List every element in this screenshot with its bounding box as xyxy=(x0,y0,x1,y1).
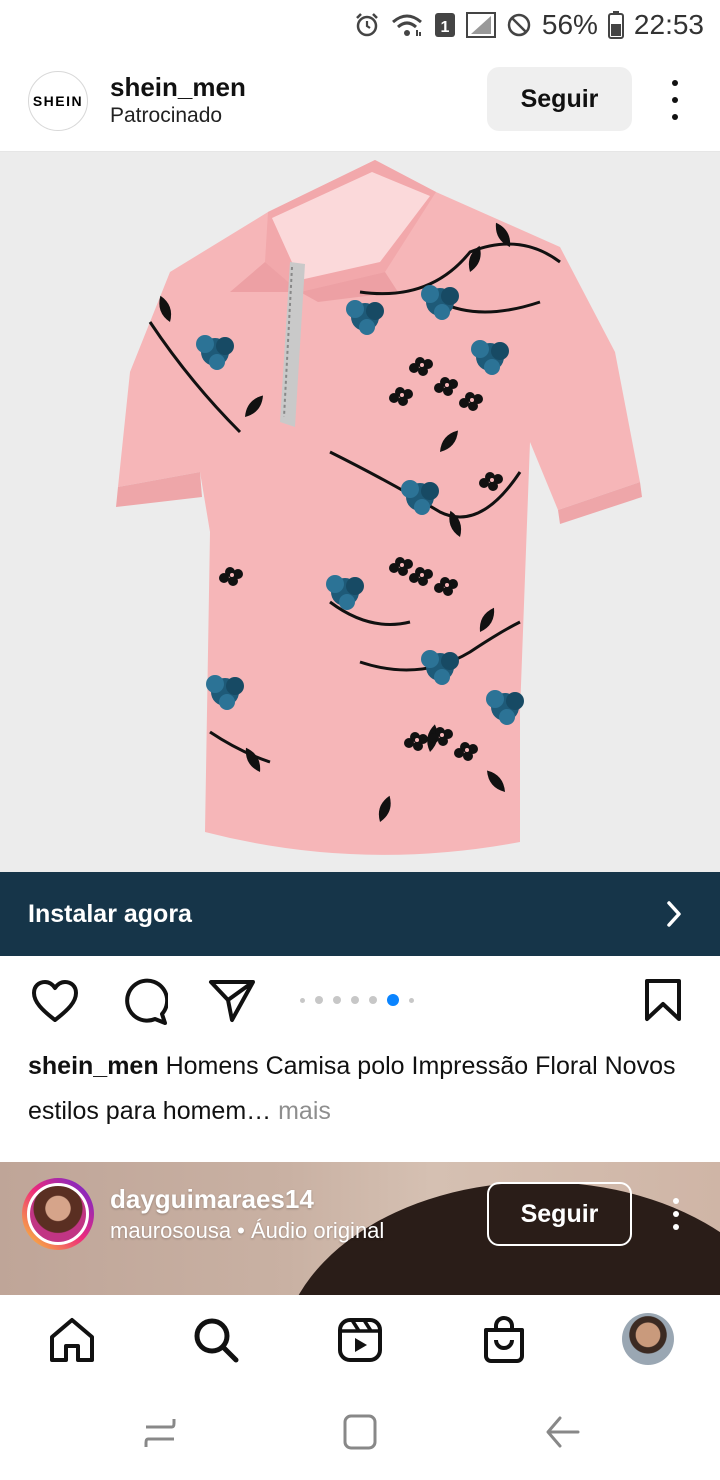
carousel-dot xyxy=(409,997,414,1003)
install-now-button[interactable]: Instalar agora xyxy=(0,872,720,956)
clock: 22:53 xyxy=(633,9,704,40)
bookmark-icon[interactable] xyxy=(644,978,682,1022)
signal-icon xyxy=(465,12,496,38)
heart-icon[interactable] xyxy=(30,978,80,1024)
caption-ellipsis: … xyxy=(246,1097,272,1125)
home-button-icon[interactable] xyxy=(342,1413,378,1451)
carousel-dot xyxy=(315,996,323,1004)
caption-username[interactable]: shein_men xyxy=(28,1052,159,1080)
follow-button[interactable]: Seguir xyxy=(487,1182,632,1246)
carousel-dot xyxy=(351,996,359,1004)
carousel-dot xyxy=(300,997,305,1003)
username[interactable]: shein_men xyxy=(110,72,246,102)
svg-text:1: 1 xyxy=(440,19,449,36)
reels-icon[interactable] xyxy=(335,1315,385,1365)
carousel-dot xyxy=(369,996,377,1004)
next-post-audio[interactable]: maurosousa • Áudio original xyxy=(110,1218,384,1244)
chevron-right-icon xyxy=(667,901,681,927)
next-post-username[interactable]: dayguimaraes14 xyxy=(110,1184,314,1215)
post-header: SHEIN shein_men Patrocinado Seguir xyxy=(0,50,720,152)
profile-avatar[interactable] xyxy=(622,1313,674,1365)
sim-icon: 1 xyxy=(434,12,456,38)
search-icon[interactable] xyxy=(191,1315,241,1365)
more-options-icon[interactable] xyxy=(660,80,690,120)
bottom-navigation xyxy=(0,1295,720,1385)
battery-percent: 56% xyxy=(541,9,598,40)
home-icon[interactable] xyxy=(47,1315,97,1365)
avatar[interactable]: SHEIN xyxy=(28,70,88,131)
battery-icon xyxy=(607,11,624,39)
sponsored-label: Patrocinado xyxy=(110,103,223,127)
avatar xyxy=(27,1183,89,1245)
shop-icon[interactable] xyxy=(479,1315,529,1365)
story-ring[interactable] xyxy=(22,1178,94,1250)
polo-shirt-image xyxy=(116,160,642,855)
post-caption: shein_men Homens Camisa polo Impressão F… xyxy=(28,1044,688,1134)
do-not-disturb-icon xyxy=(506,12,532,38)
follow-button[interactable]: Seguir xyxy=(487,67,632,131)
carousel-dot-active xyxy=(387,994,399,1006)
post-author: shein_men Patrocinado xyxy=(110,72,246,130)
caption-more-link[interactable]: mais xyxy=(278,1097,331,1125)
system-navigation-bar xyxy=(0,1385,720,1480)
next-post-header: dayguimaraes14 maurosousa • Áudio origin… xyxy=(0,1162,720,1295)
carousel-dot xyxy=(333,996,341,1004)
cta-label: Instalar agora xyxy=(28,899,192,928)
comment-icon[interactable] xyxy=(120,978,168,1026)
carousel-indicator xyxy=(300,994,414,1006)
recent-apps-icon[interactable] xyxy=(142,1413,178,1453)
share-icon[interactable] xyxy=(208,978,256,1024)
post-image[interactable] xyxy=(0,152,720,872)
alarm-icon xyxy=(354,12,380,38)
post-actions xyxy=(0,956,720,1044)
status-bar: 1 56% 22:53 xyxy=(0,0,720,50)
wifi-icon xyxy=(390,12,424,38)
more-options-icon[interactable] xyxy=(672,1198,680,1230)
back-icon[interactable] xyxy=(544,1413,580,1451)
